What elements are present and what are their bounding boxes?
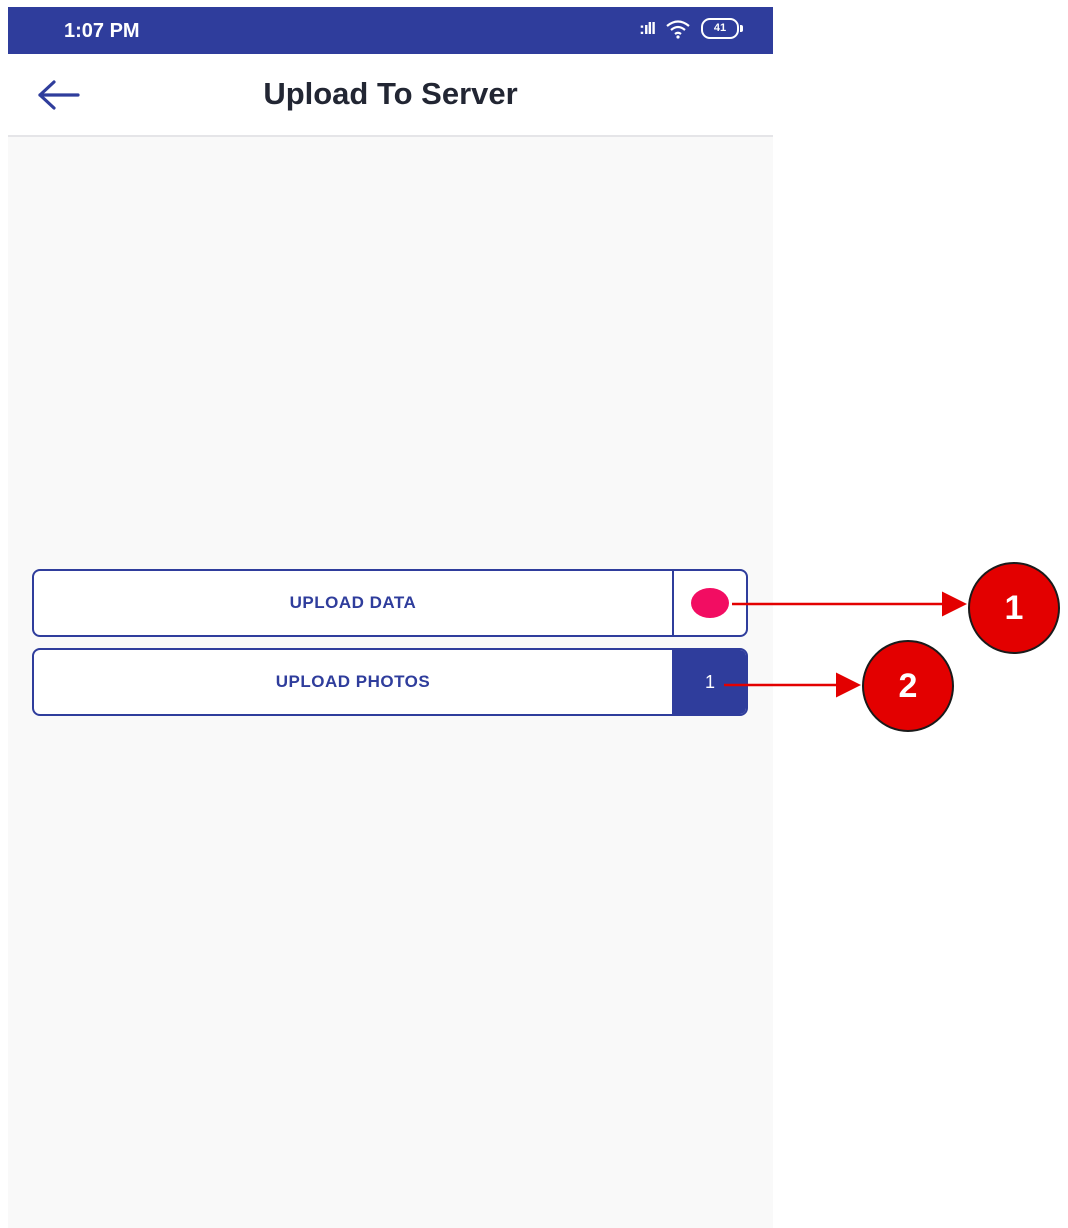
screenshot-canvas: 1:07 PM :ıll 41 Upload To Server UPLOAD … [0, 0, 1068, 1228]
callout-badge-2: 2 [862, 640, 954, 732]
upload-data-button[interactable]: UPLOAD DATA [34, 571, 672, 635]
battery-icon: 41 [701, 18, 743, 39]
photo-count-badge: 1 [672, 650, 746, 714]
upload-data-row: UPLOAD DATA [32, 569, 748, 637]
battery-level: 41 [701, 18, 739, 39]
page-title: Upload To Server [263, 76, 518, 111]
signal-icon: :ıll [639, 18, 656, 38]
wifi-icon [666, 19, 690, 39]
status-time: 1:07 PM [64, 20, 140, 42]
upload-photos-row: UPLOAD PHOTOS 1 [32, 648, 748, 716]
pending-indicator-dot [691, 588, 729, 618]
callout-badge-1: 1 [968, 562, 1060, 654]
battery-tip [740, 25, 743, 32]
upload-photos-button[interactable]: UPLOAD PHOTOS [34, 650, 672, 714]
phone-screen: 1:07 PM :ıll 41 Upload To Server UPLOAD … [8, 7, 773, 1228]
upload-data-status [672, 571, 746, 635]
status-icons: :ıll 41 [639, 18, 743, 39]
app-bar: Upload To Server [8, 54, 773, 137]
status-bar: 1:07 PM :ıll 41 [8, 7, 773, 54]
